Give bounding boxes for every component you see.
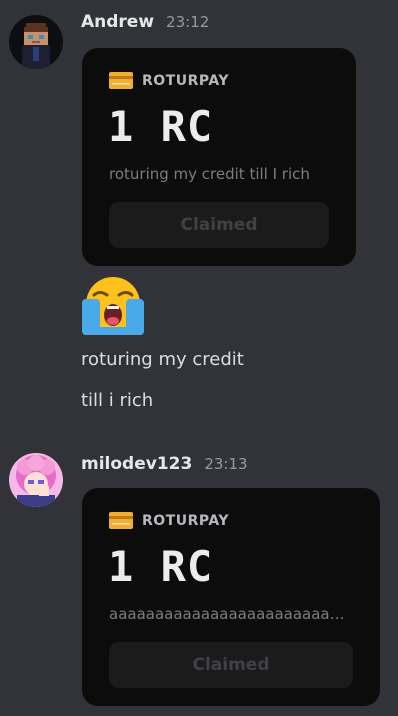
username[interactable]: milodev123 [81, 454, 192, 474]
avatar-image [9, 453, 63, 507]
message-milodev123: milodev123 23:13 ROTURPAY 1 RC aaaaaaaaa… [0, 0, 398, 716]
amount: 1 RC [108, 542, 214, 591]
roturpay-card: ROTURPAY 1 RC aaaaaaaaaaaaaaaaaaaaaaaaa.… [82, 488, 380, 706]
timestamp: 23:13 [204, 455, 248, 473]
credit-card-icon [109, 512, 133, 529]
avatar[interactable] [9, 453, 63, 507]
message-header: milodev123 23:13 [81, 454, 248, 474]
payment-note: aaaaaaaaaaaaaaaaaaaaaaaaa... [109, 605, 349, 623]
card-brand: ROTURPAY [109, 512, 229, 529]
claimed-button[interactable]: Claimed [109, 642, 353, 688]
brand-label: ROTURPAY [142, 512, 229, 529]
